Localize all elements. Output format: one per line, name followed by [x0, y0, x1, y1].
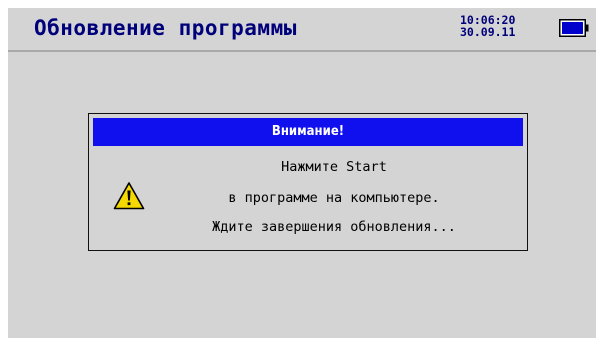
- message-line-3: Ждите завершения обновления...: [212, 219, 456, 235]
- dialog-title: Внимание!: [93, 118, 523, 146]
- clock-date: 30.09.11: [460, 25, 516, 39]
- alert-dialog: Внимание! Нажмите Start в программе на к…: [88, 113, 528, 251]
- message-line-1: Нажмите Start: [281, 159, 387, 175]
- page-title: Обновление программы: [34, 16, 297, 40]
- battery-full-icon: [559, 19, 589, 37]
- clock-display: 10:06:20 30.09.11: [460, 14, 515, 38]
- header-bar: Обновление программы 10:06:20 30.09.11: [8, 8, 596, 52]
- message-line-2: в программе на компьютере.: [228, 190, 440, 206]
- warning-icon: [113, 182, 145, 210]
- device-screen: Обновление программы 10:06:20 30.09.11 В…: [8, 8, 596, 338]
